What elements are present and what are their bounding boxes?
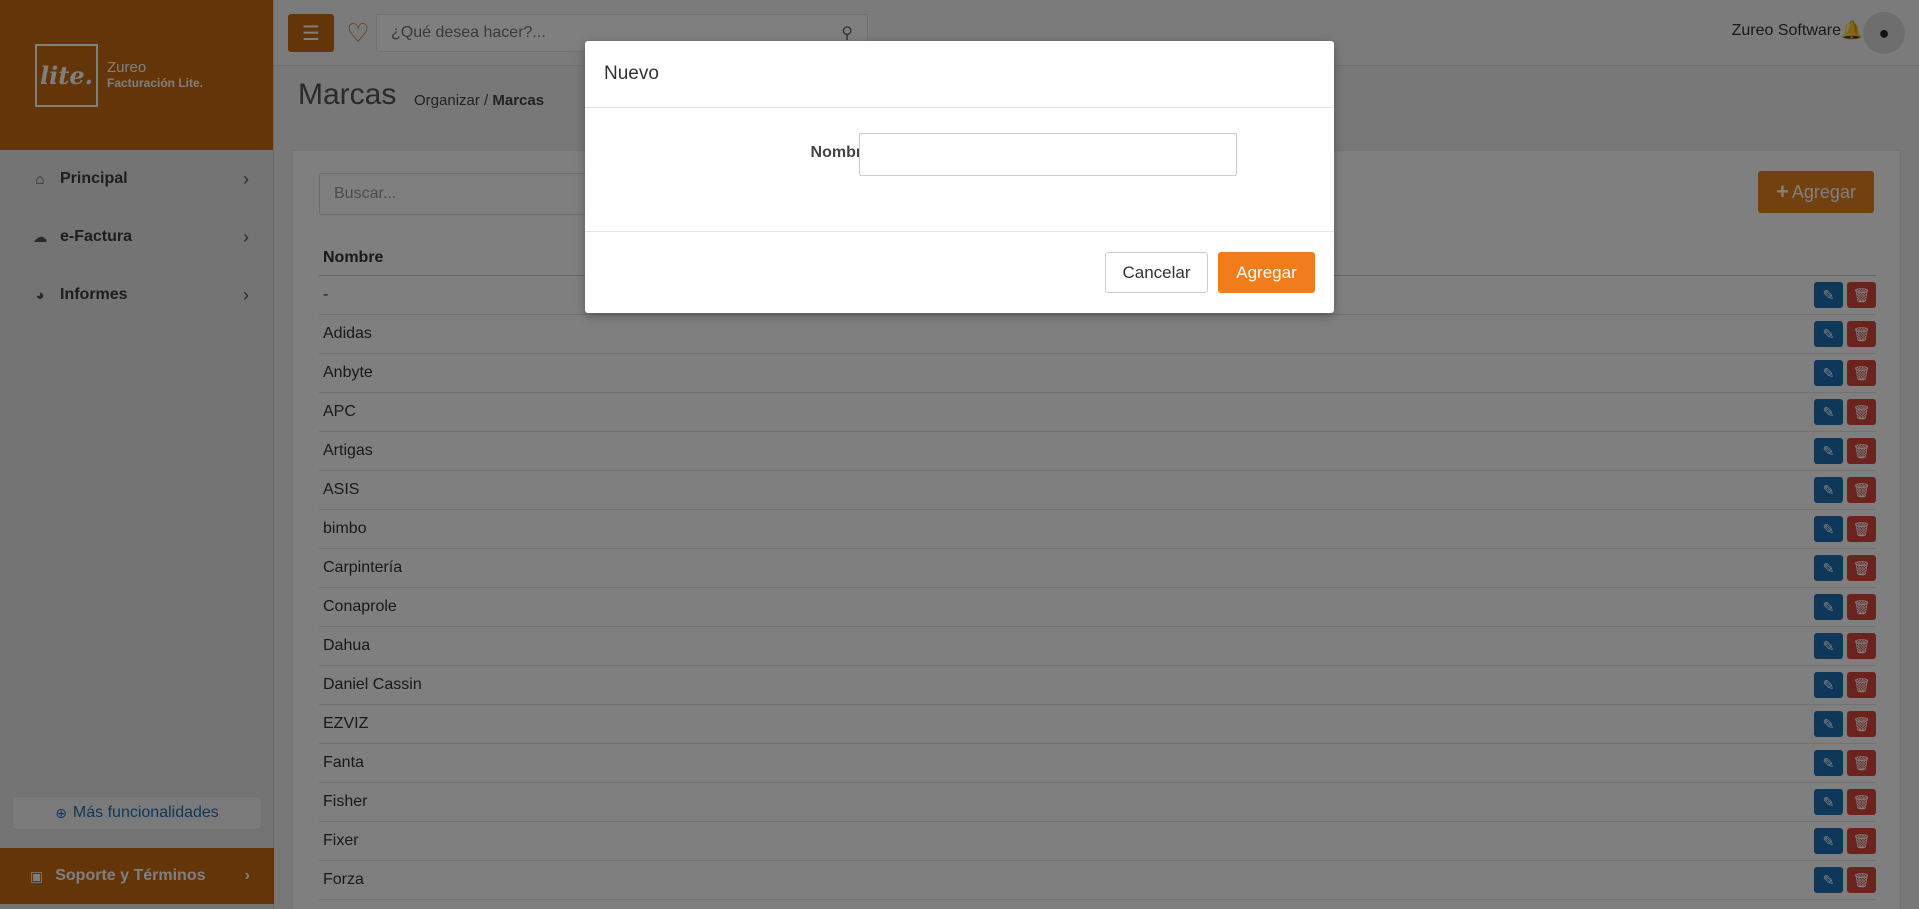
nombre-label: Nombre [810,144,871,161]
modal-footer: Cancelar Agregar [585,232,1334,312]
modal-title: Nuevo [585,41,1334,108]
nombre-input[interactable] [859,133,1237,176]
new-brand-modal: Nuevo Nombre Cancelar Agregar [585,41,1334,313]
add-button[interactable]: Agregar [1218,252,1315,293]
modal-body: Nombre [585,108,1334,232]
cancel-button[interactable]: Cancelar [1105,252,1208,293]
